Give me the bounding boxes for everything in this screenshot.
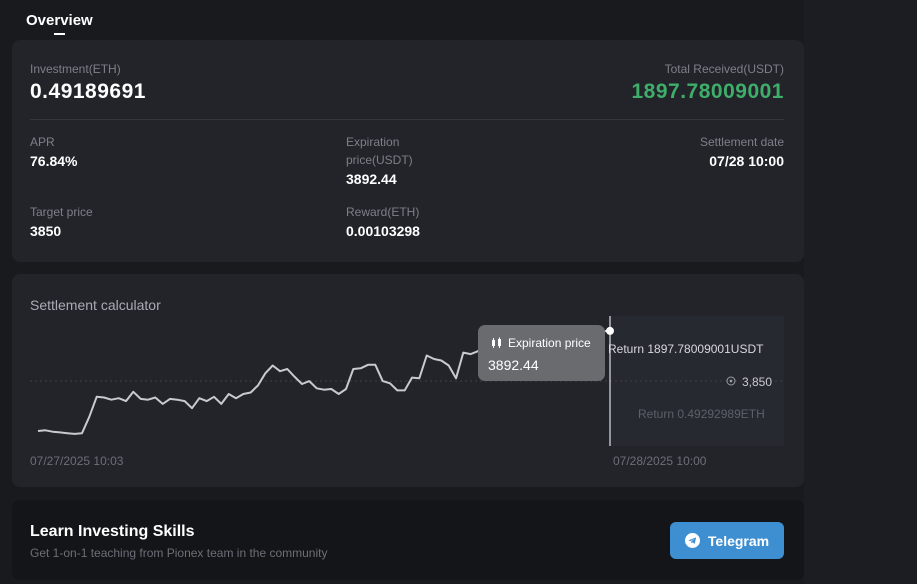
target-price-value: 3850	[30, 223, 62, 239]
total-received-label: Total Received(USDT)	[664, 62, 784, 76]
expiration-price-tooltip: Expiration price 3892.44	[478, 325, 605, 381]
expiration-price-label-line1: Expiration	[346, 135, 400, 149]
settlement-date-value: 07/28 10:00	[709, 153, 784, 169]
order-summary-card: Investment(ETH) 0.49189691 Total Receive…	[12, 40, 804, 262]
reward-label: Reward(ETH)	[346, 205, 420, 219]
telegram-icon	[684, 533, 700, 548]
x-axis-start-date: 07/27/2025 10:03	[30, 454, 124, 468]
reward-value: 0.00103298	[346, 223, 420, 239]
target-price-axis-label: 3,850	[742, 375, 773, 389]
expiration-price-value: 3892.44	[346, 171, 397, 187]
tab-active-indicator	[54, 33, 65, 35]
expiration-marker-dot[interactable]	[606, 326, 614, 335]
candlestick-icon	[492, 337, 501, 348]
right-margin-panel	[804, 0, 917, 584]
apr-value: 76.84%	[30, 153, 78, 169]
tab-overview[interactable]: Overview	[26, 12, 93, 29]
investment-value: 0.49189691	[30, 80, 146, 103]
apr-label: APR	[30, 135, 55, 149]
tooltip-value: 3892.44	[488, 357, 539, 373]
x-axis-end-date: 07/28/2025 10:00	[613, 454, 707, 468]
telegram-button[interactable]: Telegram	[670, 522, 784, 559]
telegram-button-label: Telegram	[707, 532, 770, 549]
total-received-value: 1897.78009001	[631, 80, 784, 103]
learn-title: Learn Investing Skills	[30, 523, 195, 540]
learn-subtitle: Get 1-on-1 teaching from Pionex team in …	[30, 546, 328, 560]
settlement-calculator-card: Settlement calculator Expiration price 3…	[12, 274, 804, 487]
tab-bar: Overview	[26, 12, 93, 35]
return-usdt-label: Return 1897.78009001USDT	[608, 342, 764, 356]
expiration-price-label-line2: price(USDT)	[346, 153, 413, 167]
return-eth-label: Return 0.49292989ETH	[638, 407, 765, 421]
summary-divider	[30, 119, 784, 120]
target-price-label: Target price	[30, 205, 93, 219]
learn-investing-banner: Learn Investing Skills Get 1-on-1 teachi…	[12, 500, 804, 580]
tooltip-label: Expiration price	[508, 336, 591, 350]
settlement-date-label: Settlement date	[699, 135, 784, 149]
investment-label: Investment(ETH)	[30, 62, 121, 76]
target-price-icon	[726, 376, 736, 386]
